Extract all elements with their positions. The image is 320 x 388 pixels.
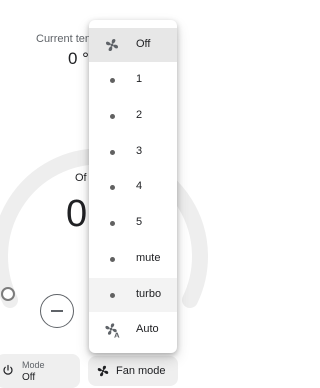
menu-item-off[interactable]: Off [89,28,177,62]
menu-item-turbo[interactable]: turbo [89,278,177,312]
fan-mode-label: Fan mode [116,365,166,377]
hvac-mode-label: Of [75,172,87,184]
menu-item-label: 2 [136,109,143,121]
dot-icon [103,286,121,304]
menu-item-label: 1 [136,73,143,85]
dot-icon [103,107,121,125]
target-temperature-value: 0 [66,193,88,235]
dot-icon [103,143,121,161]
slider-handle[interactable] [1,287,15,301]
current-temperature-label: Current ten [36,33,92,45]
menu-item-label: Off [136,38,151,50]
dot-icon [103,71,121,89]
menu-item-2[interactable]: 2 [89,99,177,133]
menu-item-label: Auto [136,323,159,335]
fan-icon [103,36,121,54]
menu-item-1[interactable]: 1 [89,63,177,97]
current-temperature-value: 0 ° [68,49,89,68]
menu-item-label: mute [136,252,161,264]
menu-item-label: 3 [136,145,143,157]
dot-icon [103,178,121,196]
mode-value: Off [22,372,36,383]
menu-item-3[interactable]: 3 [89,135,177,169]
dot-icon [103,250,121,268]
mode-label: Mode [22,360,45,370]
fan-mode-button[interactable]: Fan mode [88,356,178,386]
menu-item-5[interactable]: 5 [89,206,177,240]
fan-icon [97,365,109,377]
fan-mode-menu: Off 1 2 3 4 5 mute turbo Auto [89,20,177,353]
decrease-button[interactable] [40,294,74,328]
menu-item-label: 4 [136,180,143,192]
minus-icon [51,310,63,312]
menu-item-mute[interactable]: mute [89,242,177,276]
menu-item-label: turbo [136,288,162,300]
fan-auto-icon [103,321,121,339]
menu-item-4[interactable]: 4 [89,170,177,204]
menu-item-auto[interactable]: Auto [89,313,177,347]
power-icon [3,364,13,375]
menu-item-label: 5 [136,216,143,228]
dot-icon [103,214,121,232]
mode-button[interactable]: Mode Off [0,354,80,388]
